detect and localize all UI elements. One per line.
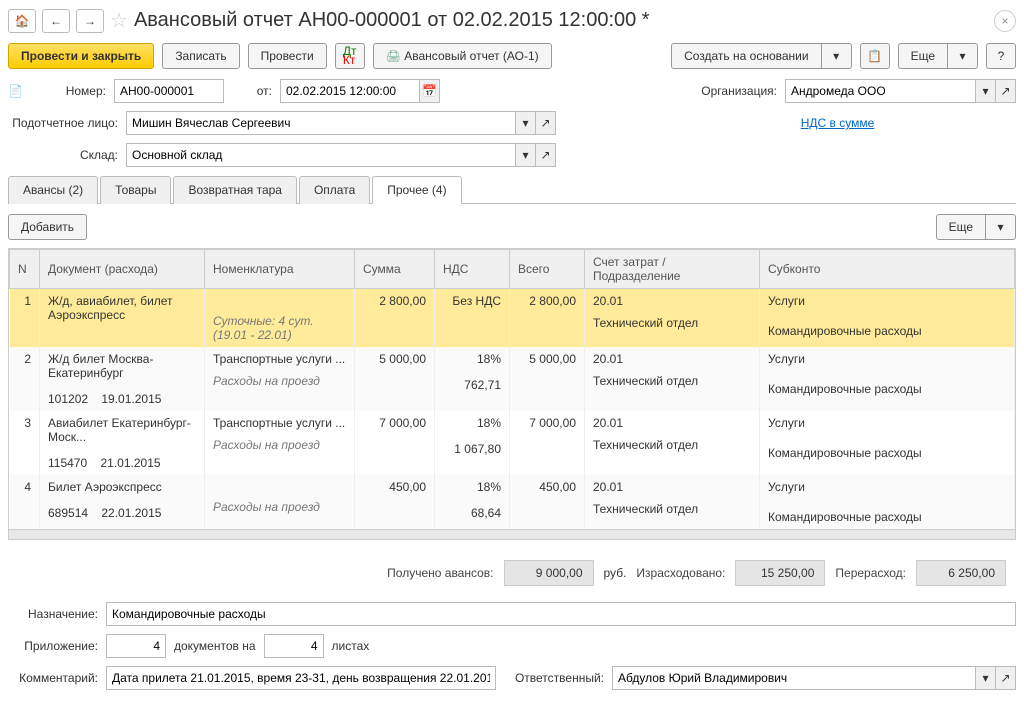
- favorite-icon[interactable]: ☆: [110, 8, 128, 33]
- number-label: Номер:: [36, 84, 106, 98]
- rub-label: руб.: [604, 566, 627, 580]
- print-icon: 🖨: [386, 49, 401, 63]
- attach-pages-input[interactable]: [264, 634, 324, 658]
- tab-returnable[interactable]: Возвратная тара: [173, 176, 297, 204]
- resp-label: Ответственный:: [504, 671, 604, 685]
- warehouse-open-button[interactable]: ↗: [536, 143, 556, 167]
- post-close-button[interactable]: Провести и закрыть: [8, 43, 154, 69]
- tab-payment[interactable]: Оплата: [299, 176, 370, 204]
- table-more-button[interactable]: Еще: [936, 214, 986, 240]
- table-row[interactable]: 1Ж/д, авиабилет, билет АэроэкспрессСуточ…: [10, 289, 1015, 348]
- expenses-table: N Документ (расхода) Номенклатура Сумма …: [9, 249, 1015, 529]
- date-input[interactable]: [280, 79, 420, 103]
- attach-label: Приложение:: [8, 639, 98, 653]
- spent-value: 15 250,00: [735, 560, 825, 586]
- col-sub[interactable]: Субконто: [760, 250, 1015, 289]
- forward-button[interactable]: →: [76, 9, 104, 33]
- person-select-button[interactable]: ▾: [516, 111, 536, 135]
- resp-open-button[interactable]: ↗: [996, 666, 1016, 690]
- col-n[interactable]: N: [10, 250, 40, 289]
- person-input[interactable]: [126, 111, 516, 135]
- org-open-button[interactable]: ↗: [996, 79, 1016, 103]
- purpose-label: Назначение:: [8, 607, 98, 621]
- close-button[interactable]: ×: [994, 10, 1016, 32]
- col-vat[interactable]: НДС: [435, 250, 510, 289]
- org-input[interactable]: [785, 79, 976, 103]
- over-label: Перерасход:: [835, 566, 906, 580]
- save-button[interactable]: Записать: [162, 43, 239, 69]
- vat-link[interactable]: НДС в сумме: [801, 116, 875, 130]
- create-based-button[interactable]: Создать на основании: [671, 43, 822, 69]
- tab-goods[interactable]: Товары: [100, 176, 171, 204]
- add-row-button[interactable]: Добавить: [8, 214, 87, 240]
- table-row[interactable]: 2Ж/д билет Москва-Екатеринбург101202 19.…: [10, 347, 1015, 411]
- col-nom[interactable]: Номенклатура: [205, 250, 355, 289]
- table-row[interactable]: 4Билет Аэроэкспресс689514 22.01.2015Расх…: [10, 475, 1015, 529]
- person-open-button[interactable]: ↗: [536, 111, 556, 135]
- comment-input[interactable]: [106, 666, 496, 690]
- help-button[interactable]: ?: [986, 43, 1016, 69]
- resp-select-button[interactable]: ▾: [976, 666, 996, 690]
- warehouse-select-button[interactable]: ▾: [516, 143, 536, 167]
- attach-docs-input[interactable]: [106, 634, 166, 658]
- col-doc[interactable]: Документ (расхода): [40, 250, 205, 289]
- warehouse-input[interactable]: [126, 143, 516, 167]
- col-sum[interactable]: Сумма: [355, 250, 435, 289]
- person-label: Подотчетное лицо:: [8, 116, 118, 130]
- resp-input[interactable]: [612, 666, 976, 690]
- print-report-button[interactable]: 🖨 Авансовый отчет (АО-1): [373, 43, 552, 69]
- horizontal-scrollbar[interactable]: [9, 529, 1015, 539]
- over-value: 6 250,00: [916, 560, 1006, 586]
- warehouse-label: Склад:: [8, 148, 118, 162]
- date-picker-button[interactable]: 📅: [420, 79, 440, 103]
- tabs: Авансы (2) Товары Возвратная тара Оплата…: [8, 175, 1016, 204]
- purpose-input[interactable]: [106, 602, 1016, 626]
- post-button[interactable]: Провести: [248, 43, 327, 69]
- more-button[interactable]: Еще: [898, 43, 948, 69]
- more-dropdown[interactable]: ▾: [948, 43, 978, 69]
- comment-label: Комментарий:: [8, 671, 98, 685]
- home-button[interactable]: 🏠: [8, 9, 36, 33]
- attach-end-label: листах: [332, 639, 370, 653]
- spent-label: Израсходовано:: [636, 566, 725, 580]
- org-label: Организация:: [687, 84, 777, 98]
- tab-advances[interactable]: Авансы (2): [8, 176, 98, 204]
- page-title: Авансовый отчет АН00-000001 от 02.02.201…: [134, 9, 650, 32]
- date-label: от:: [232, 84, 272, 98]
- attach-mid-label: документов на: [174, 639, 256, 653]
- dtkt-button[interactable]: ДтКт: [335, 43, 365, 69]
- create-based-dropdown[interactable]: ▾: [822, 43, 852, 69]
- doc-icon: 📄: [8, 84, 28, 98]
- attach-button[interactable]: 📋: [860, 43, 890, 69]
- org-select-button[interactable]: ▾: [976, 79, 996, 103]
- table-more-dropdown[interactable]: ▾: [986, 214, 1016, 240]
- tab-other[interactable]: Прочее (4): [372, 176, 461, 204]
- col-acc[interactable]: Счет затрат / Подразделение: [585, 250, 760, 289]
- received-label: Получено авансов:: [387, 566, 493, 580]
- received-value: 9 000,00: [504, 560, 594, 586]
- col-total[interactable]: Всего: [510, 250, 585, 289]
- table-row[interactable]: 3Авиабилет Екатеринбург-Моск...115470 21…: [10, 411, 1015, 475]
- number-input[interactable]: [114, 79, 224, 103]
- back-button[interactable]: ←: [42, 9, 70, 33]
